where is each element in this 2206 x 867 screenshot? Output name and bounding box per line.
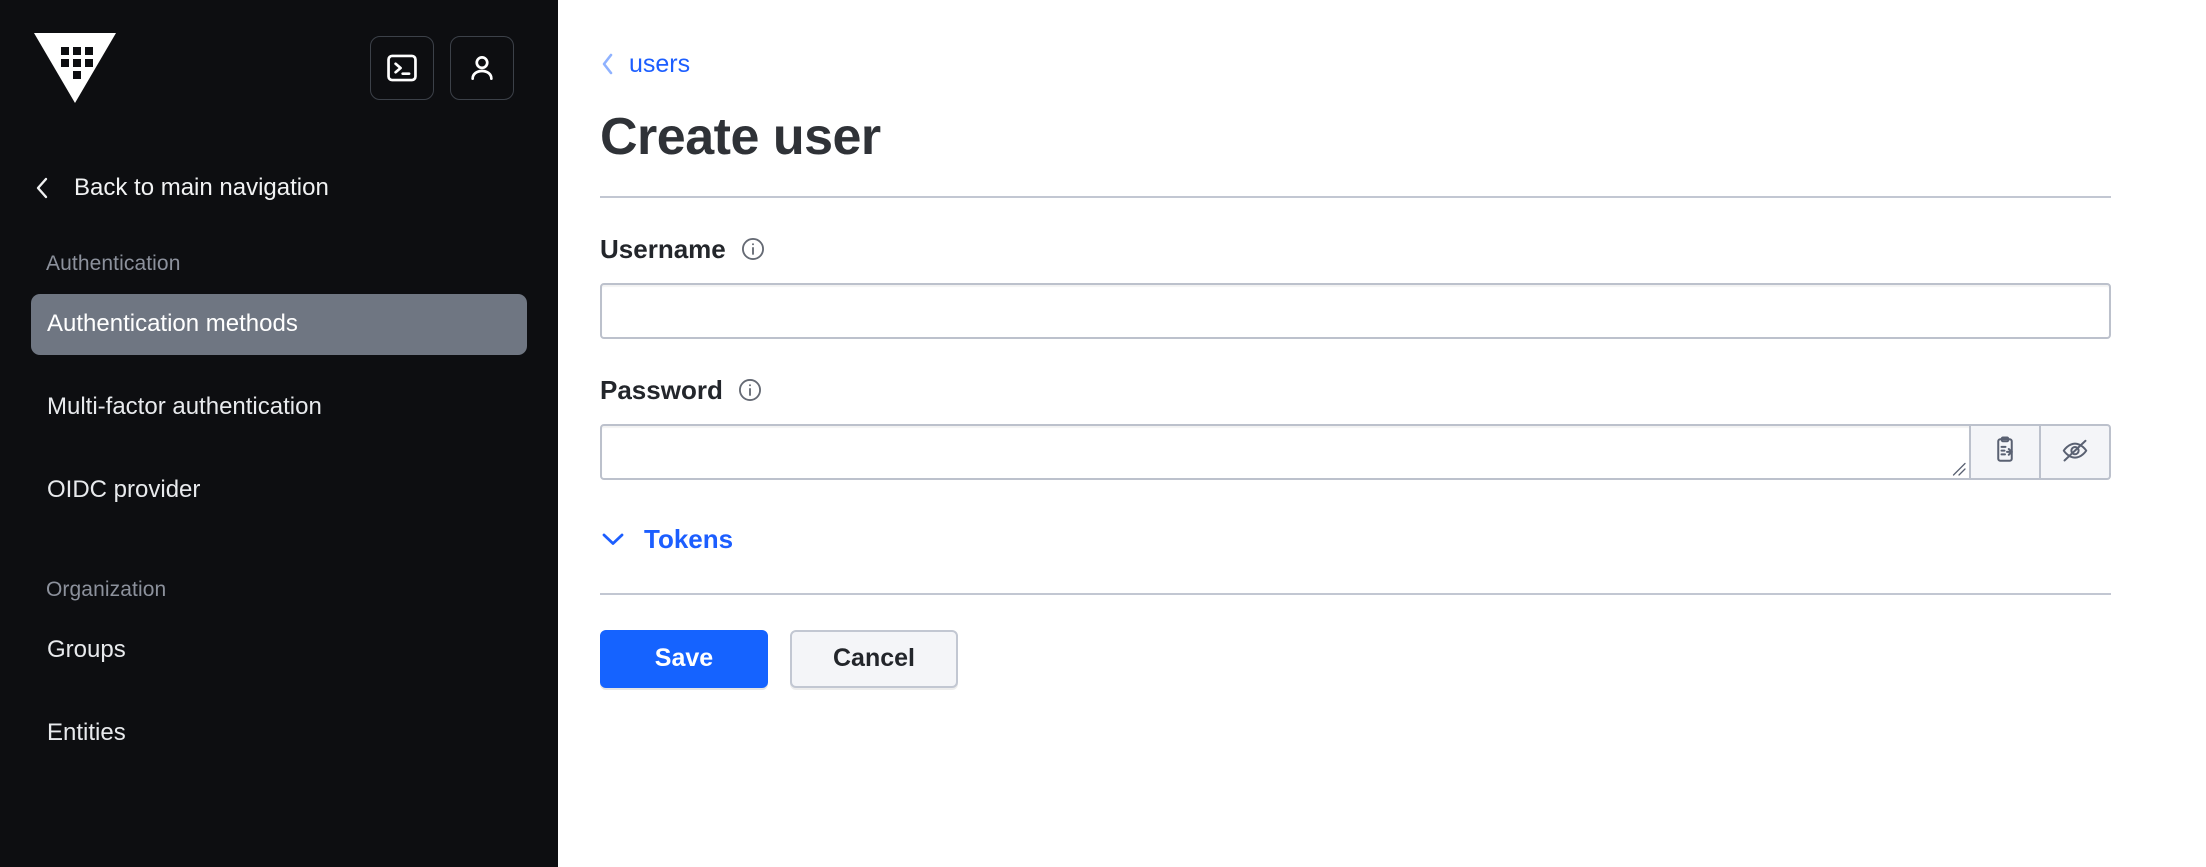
eye-off-icon [2060, 435, 2090, 468]
clipboard-copy-icon [1990, 435, 2020, 468]
sidebar-item-groups[interactable]: Groups [31, 620, 527, 681]
form-actions: Save Cancel [600, 629, 2111, 688]
cancel-button[interactable]: Cancel [790, 629, 958, 688]
sidebar: Back to main navigation Authentication A… [0, 0, 558, 867]
chevron-down-icon [600, 530, 626, 548]
actions-divider [600, 592, 2111, 595]
password-input-wrapper [600, 423, 1971, 480]
username-label: Username [600, 233, 726, 264]
breadcrumb-link-users[interactable]: users [629, 50, 690, 79]
vault-logo[interactable] [32, 30, 118, 106]
nav-group-authentication: Authentication Authentication methods Mu… [0, 252, 558, 520]
username-input[interactable] [600, 282, 2111, 339]
save-button[interactable]: Save [600, 629, 768, 688]
username-field-group: Username [600, 234, 2111, 339]
breadcrumb: users [600, 48, 2111, 80]
info-icon[interactable] [737, 377, 763, 403]
sidebar-header-actions [370, 36, 514, 100]
chevron-left-icon [32, 175, 52, 201]
page-title: Create user [600, 108, 881, 166]
password-label: Password [600, 374, 723, 405]
sidebar-item-authentication-methods[interactable]: Authentication methods [31, 294, 527, 355]
copy-password-button[interactable] [1971, 423, 2041, 480]
info-icon[interactable] [740, 236, 766, 262]
sidebar-header [0, 0, 558, 140]
sidebar-item-oidc-provider[interactable]: OIDC provider [31, 460, 527, 521]
nav-group-title-authentication: Authentication [46, 252, 181, 275]
password-input[interactable] [600, 423, 1971, 480]
nav-group-title-organization: Organization [46, 578, 167, 602]
user-menu-button[interactable] [450, 36, 514, 100]
nav-group-organization: Organization Groups Entities [0, 578, 558, 764]
back-to-main-navigation-label: Back to main navigation [74, 174, 329, 201]
chevron-left-icon [600, 52, 616, 76]
back-to-main-navigation-button[interactable]: Back to main navigation [0, 168, 558, 208]
terminal-icon [385, 51, 419, 85]
app-root: Back to main navigation Authentication A… [0, 0, 2206, 867]
toggle-password-visibility-button[interactable] [2041, 423, 2111, 480]
console-toggle-button[interactable] [370, 36, 434, 100]
sidebar-item-entities[interactable]: Entities [31, 703, 527, 764]
title-divider [600, 195, 2111, 198]
sidebar-item-multi-factor-authentication[interactable]: Multi-factor authentication [31, 377, 527, 438]
password-label-row: Password [600, 375, 2111, 406]
password-input-row [600, 423, 2111, 480]
tokens-accordion-toggle[interactable]: Tokens [600, 524, 733, 555]
password-field-group: Password [600, 375, 2111, 480]
tokens-accordion-label: Tokens [644, 523, 734, 554]
user-icon [465, 51, 499, 85]
main-content: users Create user Username Password Toke… [558, 0, 2206, 867]
username-label-row: Username [600, 234, 2111, 265]
